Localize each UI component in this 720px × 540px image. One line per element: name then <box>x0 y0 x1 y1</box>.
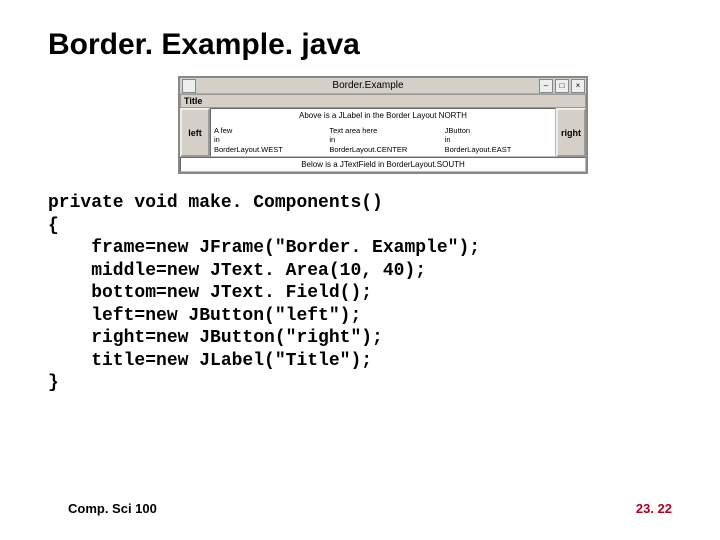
footer-page-number: 23. 22 <box>636 501 672 516</box>
text: in <box>445 135 552 144</box>
text: Text area here <box>329 126 436 135</box>
page-title: Border. Example. java <box>48 28 672 62</box>
code-line: { <box>48 216 59 236</box>
borderlayout-middle-row: left Above is a JLabel in the Border Lay… <box>180 108 586 157</box>
text: in <box>329 135 436 144</box>
text: BorderLayout.WEST <box>214 145 321 154</box>
text: A few <box>214 126 321 135</box>
code-line: private void make. Components() <box>48 193 383 213</box>
center-header: Above is a JLabel in the Border Layout N… <box>214 111 552 120</box>
borderlayout-center-textarea[interactable]: Above is a JLabel in the Border Layout N… <box>210 108 556 157</box>
center-col-3: JButton in BorderLayout.EAST <box>445 126 552 154</box>
center-col-1: A few in BorderLayout.WEST <box>214 126 321 154</box>
code-line: middle=new JText. Area(10, 40); <box>48 261 426 281</box>
code-line: frame=new JFrame("Border. Example"); <box>48 238 480 258</box>
minimize-icon: – <box>539 79 553 93</box>
center-col-2: Text area here in BorderLayout.CENTER <box>329 126 436 154</box>
code-line: title=new JLabel("Title"); <box>48 351 372 371</box>
code-block: private void make. Components() { frame=… <box>48 192 672 395</box>
window-titlebar: Border.Example – □ × <box>180 78 586 94</box>
center-columns: A few in BorderLayout.WEST Text area her… <box>214 126 552 154</box>
text: BorderLayout.CENTER <box>329 145 436 154</box>
borderlayout-east-button[interactable]: right <box>556 108 586 157</box>
footer: Comp. Sci 100 23. 22 <box>68 501 672 516</box>
borderlayout-north-label: Title <box>180 94 586 108</box>
code-line: right=new JButton("right"); <box>48 328 383 348</box>
borderlayout: Title left Above is a JLabel in the Bord… <box>180 94 586 172</box>
footer-course: Comp. Sci 100 <box>68 501 157 516</box>
text: BorderLayout.EAST <box>445 145 552 154</box>
borderlayout-west-button[interactable]: left <box>180 108 210 157</box>
swing-screenshot: Border.Example – □ × Title left Above is… <box>178 76 588 174</box>
swing-window: Border.Example – □ × Title left Above is… <box>178 76 588 174</box>
code-line: } <box>48 373 59 393</box>
code-line: left=new JButton("left"); <box>48 306 361 326</box>
maximize-icon: □ <box>555 79 569 93</box>
close-icon: × <box>571 79 585 93</box>
code-line: bottom=new JText. Field(); <box>48 283 372 303</box>
borderlayout-south-textfield[interactable]: Below is a JTextField in BorderLayout.SO… <box>180 157 586 172</box>
text: in <box>214 135 321 144</box>
text: JButton <box>445 126 552 135</box>
slide: Border. Example. java Border.Example – □… <box>0 0 720 540</box>
window-title: Border.Example <box>198 80 538 91</box>
window-system-menu-icon <box>182 79 196 93</box>
